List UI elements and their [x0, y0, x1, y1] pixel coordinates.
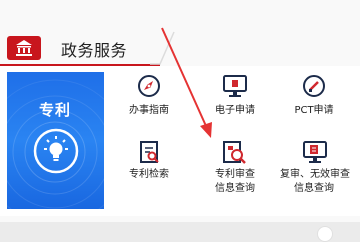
red-arrow-annotation: [161, 27, 212, 138]
